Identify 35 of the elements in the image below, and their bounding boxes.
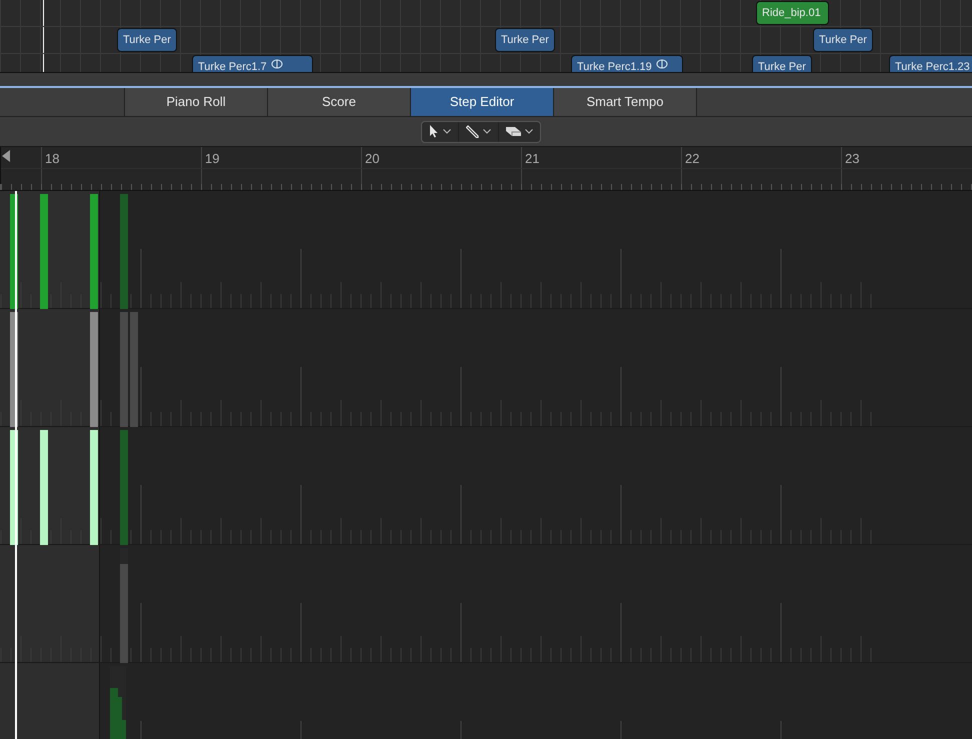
bar-number: 21 [525,151,540,166]
region[interactable]: Turke Perc1.23 [889,55,972,72]
region[interactable]: Ride_bip.01 [756,1,829,25]
region[interactable]: Turke Per [117,28,177,52]
bar-number: 23 [845,151,860,166]
bar-number: 22 [685,151,700,166]
region-name: Turke Perc1.7 [198,60,267,72]
region-name: Turke Per [758,60,806,72]
loop-icon [270,59,283,69]
region-name: Ride_bip.01 [762,6,821,21]
region[interactable]: Turke Perc1.19 [571,55,683,72]
region-name: Turke Per [819,33,867,48]
pointer-icon [429,125,439,138]
region[interactable]: Turke Per [752,55,812,72]
region-name: Turke Perc1.23 [895,60,970,72]
chevron-down-icon [483,129,491,134]
region-name: Turke Per [501,33,549,48]
region[interactable]: Turke Per [495,28,555,52]
eraser-icon [506,126,521,137]
bar-number: 20 [365,151,380,166]
left-locator-icon[interactable] [2,150,10,162]
chevron-down-icon [525,129,533,134]
region-name: Turke Perc1.19 [577,60,652,72]
bar-number: 18 [45,151,60,166]
region[interactable]: Turke Per [813,28,873,52]
editor-tab[interactable]: Step Editor [411,88,554,116]
chevron-down-icon [443,129,451,134]
bar-number: 19 [205,151,220,166]
region-name: Turke Per [123,33,171,48]
editor-tab[interactable]: Smart Tempo [554,88,697,116]
region[interactable]: Turke Perc1.7 [192,55,313,72]
pencil-icon [466,125,479,138]
editor-tab[interactable]: Score [268,88,411,116]
editor-tab[interactable]: Piano Roll [125,88,268,116]
loop-icon [656,59,668,69]
